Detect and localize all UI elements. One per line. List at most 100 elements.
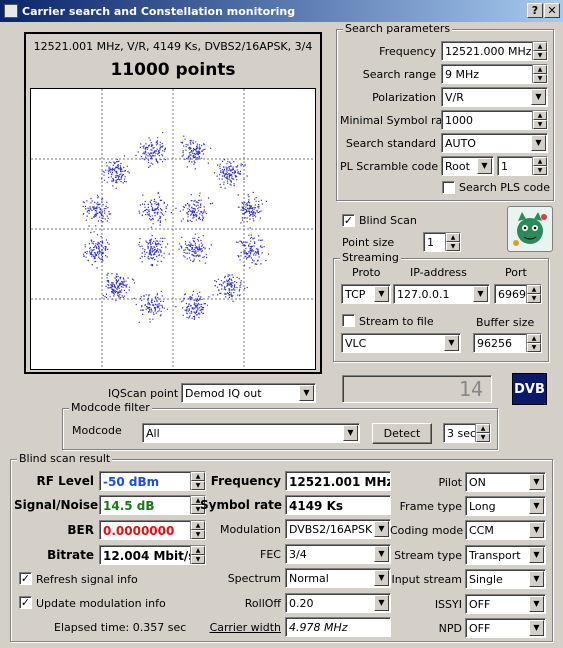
port-input[interactable]: 6969 ▲ ▼ bbox=[494, 284, 542, 304]
min-symbol-rate-input[interactable]: 1000 ▲ ▼ bbox=[441, 110, 548, 130]
buffer-size-input[interactable]: 96256 ▲ ▼ bbox=[473, 333, 542, 353]
chevron-down-icon[interactable]: ▼ bbox=[531, 89, 546, 105]
frequency-spinner[interactable]: ▲ ▼ bbox=[532, 42, 547, 60]
carrier-width-label[interactable]: Carrier width bbox=[200, 621, 281, 634]
iqscan-label: IQScan point bbox=[108, 387, 179, 400]
input-stream-value: Single bbox=[469, 573, 503, 586]
proto-select[interactable]: TCP ▼ bbox=[341, 284, 391, 304]
modcode-value: All bbox=[146, 427, 160, 440]
npd-value: OFF bbox=[469, 622, 491, 635]
chevron-down-icon[interactable]: ▼ bbox=[529, 522, 544, 538]
chevron-down-icon[interactable]: ▼ bbox=[531, 135, 546, 151]
help-button[interactable]: ? bbox=[527, 3, 543, 18]
interval-spinner[interactable]: ▲ ▼ bbox=[475, 424, 490, 442]
search-pls-checkbox[interactable] bbox=[442, 181, 455, 194]
pl-scramble-mode-select[interactable]: Root ▼ bbox=[441, 156, 494, 176]
stream-to-file-label: Stream to file bbox=[359, 315, 434, 328]
chevron-down-icon[interactable]: ▼ bbox=[529, 498, 544, 514]
rolloff-label: RollOff bbox=[244, 597, 281, 610]
refresh-signal-checkbox[interactable]: ✓ bbox=[19, 572, 32, 585]
frequency-input[interactable]: 12521.000 MHz ▲ ▼ bbox=[441, 41, 548, 61]
spectrum-select[interactable]: Normal ▼ bbox=[285, 568, 391, 588]
chevron-down-icon[interactable]: ▼ bbox=[299, 385, 314, 401]
pilot-value: ON bbox=[469, 476, 486, 489]
issyi-select[interactable]: OFF ▼ bbox=[465, 594, 546, 614]
search-standard-select[interactable]: AUTO ▼ bbox=[441, 133, 548, 153]
buffer-size-spinner[interactable]: ▲ ▼ bbox=[526, 334, 541, 352]
polarization-select[interactable]: V/R ▼ bbox=[441, 87, 548, 107]
pl-scramble-code-input[interactable]: 1 ▲ ▼ bbox=[497, 156, 548, 176]
carrier-width-value: 4.978 MHz bbox=[289, 621, 348, 634]
stream-type-value: Transport bbox=[469, 549, 521, 562]
detect-button[interactable]: Detect bbox=[372, 423, 432, 444]
modulation-select[interactable]: DVBS2/16APSK ▼ bbox=[285, 519, 391, 539]
chevron-down-icon[interactable]: ▼ bbox=[529, 547, 544, 563]
issyi-value: OFF bbox=[469, 598, 491, 611]
interval-input[interactable]: 3 sec ▲ ▼ bbox=[443, 423, 491, 443]
port-label: Port bbox=[505, 266, 527, 279]
result-frequency-label: Frequency bbox=[210, 474, 281, 488]
chevron-down-icon[interactable]: ▼ bbox=[529, 596, 544, 612]
iqscan-select[interactable]: Demod IQ out ▼ bbox=[181, 383, 316, 403]
chevron-down-icon[interactable]: ▼ bbox=[477, 158, 492, 174]
chevron-down-icon[interactable]: ▼ bbox=[374, 546, 389, 562]
ber-field: 0.0000000 ▲ ▼ bbox=[99, 520, 206, 540]
rolloff-select[interactable]: 0.20 ▼ bbox=[285, 593, 391, 613]
result-frequency-field: 12521.001 MHz bbox=[285, 471, 391, 491]
polarization-label: Polarization bbox=[372, 91, 436, 104]
chevron-down-icon[interactable]: ▼ bbox=[529, 474, 544, 490]
chevron-down-icon[interactable]: ▼ bbox=[374, 595, 389, 611]
constellation-point-cloud bbox=[82, 131, 270, 323]
iqscan-value: Demod IQ out bbox=[185, 387, 262, 400]
fec-value: 3/4 bbox=[289, 548, 307, 561]
blind-scan-checkbox[interactable]: ✓ bbox=[342, 214, 355, 227]
npd-label: NPD bbox=[438, 622, 462, 635]
port-spinner[interactable]: ▲ ▼ bbox=[526, 285, 541, 303]
modulation-label: Modulation bbox=[219, 523, 281, 536]
port-value: 6969 bbox=[498, 288, 526, 301]
input-stream-select[interactable]: Single ▼ bbox=[465, 569, 546, 589]
app-logo bbox=[507, 206, 553, 252]
fec-select[interactable]: 3/4 ▼ bbox=[285, 544, 391, 564]
modcode-select[interactable]: All ▼ bbox=[142, 423, 360, 443]
frame-type-select[interactable]: Long ▼ bbox=[465, 496, 546, 516]
frequency-value: 12521.000 MHz bbox=[445, 45, 532, 58]
issyi-label: ISSYI bbox=[434, 598, 462, 611]
symbol-rate-field: 4149 Ks bbox=[285, 495, 391, 515]
spectrum-label: Spectrum bbox=[227, 572, 281, 585]
point-size-label: Point size bbox=[342, 236, 395, 249]
chevron-down-icon[interactable]: ▼ bbox=[343, 425, 358, 441]
chevron-down-icon[interactable]: ▼ bbox=[529, 571, 544, 587]
search-range-spinner[interactable]: ▲ ▼ bbox=[532, 65, 547, 83]
coding-mode-select[interactable]: CCM ▼ bbox=[465, 520, 546, 540]
min-symbol-rate-spinner[interactable]: ▲ ▼ bbox=[532, 111, 547, 129]
chevron-down-icon[interactable]: ▼ bbox=[374, 570, 389, 586]
npd-select[interactable]: OFF ▼ bbox=[465, 618, 546, 638]
search-range-input[interactable]: 9 MHz ▲ ▼ bbox=[441, 64, 548, 84]
stream-type-select[interactable]: Transport ▼ bbox=[465, 545, 546, 565]
chevron-down-icon[interactable]: ▼ bbox=[529, 620, 544, 636]
ber-value: 0.0000000 bbox=[103, 524, 175, 538]
chevron-down-icon[interactable]: ▼ bbox=[473, 286, 488, 302]
pilot-select[interactable]: ON ▼ bbox=[465, 472, 546, 492]
constellation-plot bbox=[30, 88, 316, 370]
modcode-filter-legend: Modcode filter bbox=[69, 401, 152, 414]
blind-scan-result-legend: Blind scan result bbox=[17, 452, 113, 465]
point-size-input[interactable]: 1 ▲ ▼ bbox=[423, 232, 461, 252]
chevron-down-icon[interactable]: ▼ bbox=[374, 286, 389, 302]
player-select[interactable]: VLC ▼ bbox=[341, 333, 461, 353]
search-range-label: Search range bbox=[362, 68, 436, 81]
stream-to-file-checkbox[interactable] bbox=[342, 314, 355, 327]
ip-address-select[interactable]: 127.0.0.1 ▼ bbox=[393, 284, 490, 304]
update-modulation-checkbox[interactable]: ✓ bbox=[19, 596, 32, 609]
close-button[interactable]: ✕ bbox=[544, 3, 560, 18]
point-size-spinner[interactable]: ▲ ▼ bbox=[445, 233, 460, 251]
ip-address-value: 127.0.0.1 bbox=[397, 288, 450, 301]
pl-scramble-spinner[interactable]: ▲ ▼ bbox=[532, 157, 547, 175]
snr-value: 14.5 dB bbox=[103, 499, 155, 513]
chevron-down-icon[interactable]: ▼ bbox=[374, 521, 389, 537]
chevron-down-icon[interactable]: ▼ bbox=[444, 335, 459, 351]
min-symbol-rate-label: Minimal Symbol rate bbox=[340, 114, 454, 127]
point-size-value: 1 bbox=[427, 236, 434, 249]
rf-level-value: -50 dBm bbox=[103, 475, 160, 489]
